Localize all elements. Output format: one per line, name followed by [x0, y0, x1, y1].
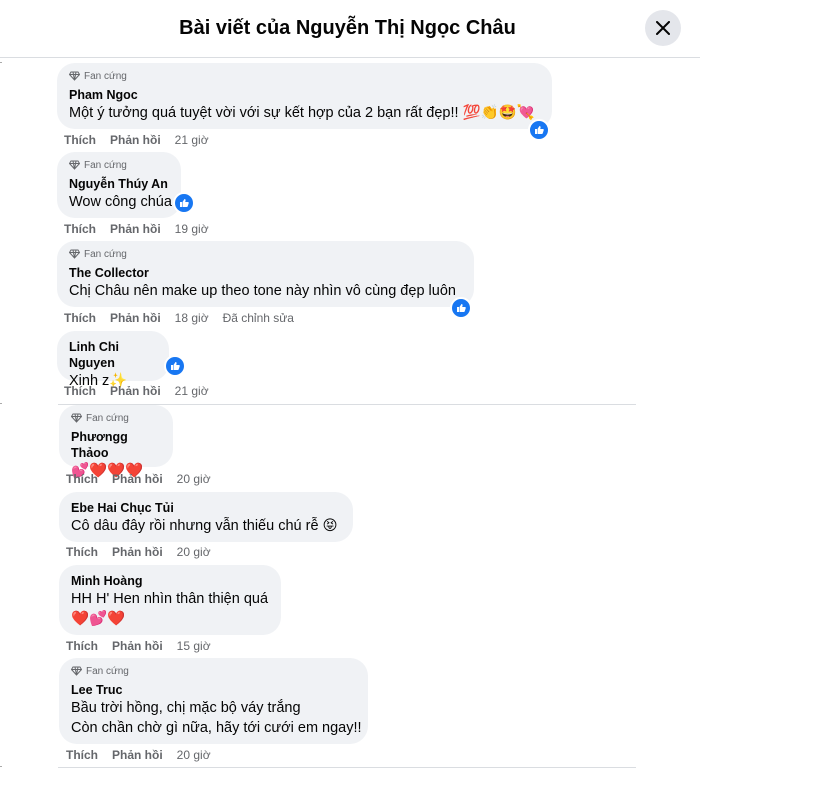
comment-item: Fan cứng Pham Ngoc Một ý tưởng quá tuyệt…: [57, 63, 552, 141]
fan-badge-label: Fan cứng: [84, 70, 127, 82]
comment-author[interactable]: Linh Chi Nguyen: [69, 339, 157, 371]
reply-link[interactable]: Phản hồi: [112, 639, 163, 653]
scroll-edge-mark: [0, 766, 2, 767]
comment-item: Fan cứng Phươngg Thảoo 💕❤️❤️❤️: [59, 405, 173, 480]
comment-bubble: Minh Hoàng HH H' Hen nhìn thân thiện quá…: [59, 565, 281, 635]
reply-link[interactable]: Phản hồi: [110, 222, 161, 236]
comment-author[interactable]: Minh Hoàng: [71, 573, 269, 589]
comment-time[interactable]: 19 giờ: [175, 222, 209, 236]
comment-time[interactable]: 20 giờ: [177, 545, 211, 559]
like-link[interactable]: Thích: [66, 545, 98, 559]
edited-label: Đã chỉnh sửa: [222, 311, 294, 325]
comment-bubble: Fan cứng Pham Ngoc Một ý tưởng quá tuyệt…: [57, 63, 552, 141]
comment-author[interactable]: Pham Ngoc: [69, 87, 540, 103]
like-link[interactable]: Thích: [64, 133, 96, 147]
comment-author[interactable]: Phươngg Thảoo: [71, 429, 161, 461]
comment-item: Fan cứng The Collector Chị Châu nên make…: [57, 241, 474, 319]
dialog-title: Bài viết của Nguyễn Thị Ngọc Châu: [179, 17, 516, 39]
comment-actions: Thích Phản hồi 15 giờ: [66, 639, 211, 653]
scroll-edge-mark: [0, 403, 2, 404]
like-reaction-badge[interactable]: [164, 355, 186, 377]
reply-link[interactable]: Phản hồi: [110, 133, 161, 147]
comment-text: Bầu trời hồng, chị mặc bộ váy trắng: [71, 700, 301, 716]
comment-text: Chị Châu nên make up theo tone này nhìn …: [69, 283, 456, 299]
thumbs-up-icon: [171, 362, 180, 370]
comment-actions: Thích Phản hồi 20 giờ: [66, 748, 211, 762]
comment-bubble: Fan cứng Lee Truc Bầu trời hồng, chị mặc…: [59, 658, 368, 744]
comment-author[interactable]: Nguyễn Thúy An: [69, 176, 169, 192]
like-reaction-badge[interactable]: [450, 297, 472, 319]
comment-text: HH H' Hen nhìn thân thiện quá: [71, 591, 269, 607]
comment-actions: Thích Phản hồi 19 giờ: [64, 222, 209, 236]
fan-badge-label: Fan cứng: [84, 159, 127, 171]
comment-author[interactable]: Lee Truc: [71, 682, 356, 698]
fan-badge: Fan cứng: [69, 69, 540, 83]
section-divider: [58, 767, 636, 768]
like-link[interactable]: Thích: [66, 748, 98, 762]
thumbs-up-icon: [535, 126, 544, 134]
reply-link[interactable]: Phản hồi: [112, 748, 163, 762]
comment-actions: Thích Phản hồi 20 giờ: [66, 545, 211, 559]
like-link[interactable]: Thích: [66, 639, 98, 653]
like-link[interactable]: Thích: [64, 311, 96, 325]
comment-item: Linh Chi Nguyen Xinh z✨: [57, 331, 186, 390]
comment-bubble: Linh Chi Nguyen Xinh z✨: [57, 331, 186, 389]
comment-text-line2: ❤️💕❤️: [71, 611, 126, 627]
comment-time[interactable]: 18 giờ: [175, 311, 209, 325]
fan-badge: Fan cứng: [71, 411, 161, 425]
reply-link[interactable]: Phản hồi: [110, 384, 161, 398]
comment-bubble: Fan cứng The Collector Chị Châu nên make…: [57, 241, 474, 319]
fan-badge: Fan cứng: [71, 664, 356, 678]
comment-bubble: Ebe Hai Chục Tủi Cô dâu đây rồi nhưng vẫ…: [59, 492, 353, 542]
comment-item: Fan cứng Lee Truc Bầu trời hồng, chị mặc…: [59, 658, 368, 744]
comment-item: Fan cứng Nguyễn Thúy An Wow công chúa: [57, 152, 195, 218]
fan-badge: Fan cứng: [69, 158, 169, 172]
comment-actions: Thích Phản hồi 18 giờ Đã chỉnh sửa: [64, 311, 294, 325]
comment-author[interactable]: The Collector: [69, 265, 462, 281]
diamond-icon: [71, 666, 82, 676]
fan-badge: Fan cứng: [69, 247, 462, 261]
reply-link[interactable]: Phản hồi: [112, 545, 163, 559]
like-reaction-badge[interactable]: [528, 119, 550, 141]
fan-badge-label: Fan cứng: [86, 665, 129, 677]
comment-time[interactable]: 15 giờ: [177, 639, 211, 653]
diamond-icon: [69, 160, 80, 170]
comment-item: Minh Hoàng HH H' Hen nhìn thân thiện quá…: [59, 565, 281, 635]
close-button[interactable]: [645, 10, 681, 46]
thumbs-up-icon: [457, 304, 466, 312]
fan-badge-label: Fan cứng: [86, 412, 129, 424]
like-reaction-badge[interactable]: [173, 192, 195, 214]
diamond-icon: [69, 249, 80, 259]
diamond-icon: [69, 71, 80, 81]
comment-actions: Thích Phản hồi 21 giờ: [64, 133, 209, 147]
reply-link[interactable]: Phản hồi: [110, 311, 161, 325]
fan-badge-label: Fan cứng: [84, 248, 127, 260]
comment-text: Cô dâu đây rồi nhưng vẫn thiếu chú rễ 😝: [71, 518, 338, 534]
close-icon: [656, 21, 670, 35]
comment-text-line2: Còn chần chờ gì nữa, hãy tới cưới em nga…: [71, 720, 362, 736]
comment-time[interactable]: 20 giờ: [177, 748, 211, 762]
comment-actions: Thích Phản hồi 20 giờ: [66, 472, 211, 486]
comment-text: Wow công chúa: [69, 194, 172, 210]
comment-time[interactable]: 20 giờ: [177, 472, 211, 486]
dialog-header: Bài viết của Nguyễn Thị Ngọc Châu: [0, 0, 700, 58]
diamond-icon: [71, 413, 82, 423]
comment-time[interactable]: 21 giờ: [175, 133, 209, 147]
comment-time[interactable]: 21 giờ: [175, 384, 209, 398]
comment-bubble: Fan cứng Phươngg Thảoo 💕❤️❤️❤️: [59, 405, 173, 479]
comment-item: Ebe Hai Chục Tủi Cô dâu đây rồi nhưng vẫ…: [59, 492, 353, 542]
like-link[interactable]: Thích: [64, 384, 96, 398]
comment-author[interactable]: Ebe Hai Chục Tủi: [71, 500, 341, 516]
thumbs-up-icon: [180, 199, 189, 207]
comment-text: Một ý tưởng quá tuyệt vời với sự kết hợp…: [69, 105, 535, 121]
comment-actions: Thích Phản hồi 21 giờ: [64, 384, 209, 398]
comment-bubble: Fan cứng Nguyễn Thúy An Wow công chúa: [57, 152, 195, 218]
scroll-edge-mark: [0, 62, 2, 63]
reply-link[interactable]: Phản hồi: [112, 472, 163, 486]
like-link[interactable]: Thích: [64, 222, 96, 236]
like-link[interactable]: Thích: [66, 472, 98, 486]
